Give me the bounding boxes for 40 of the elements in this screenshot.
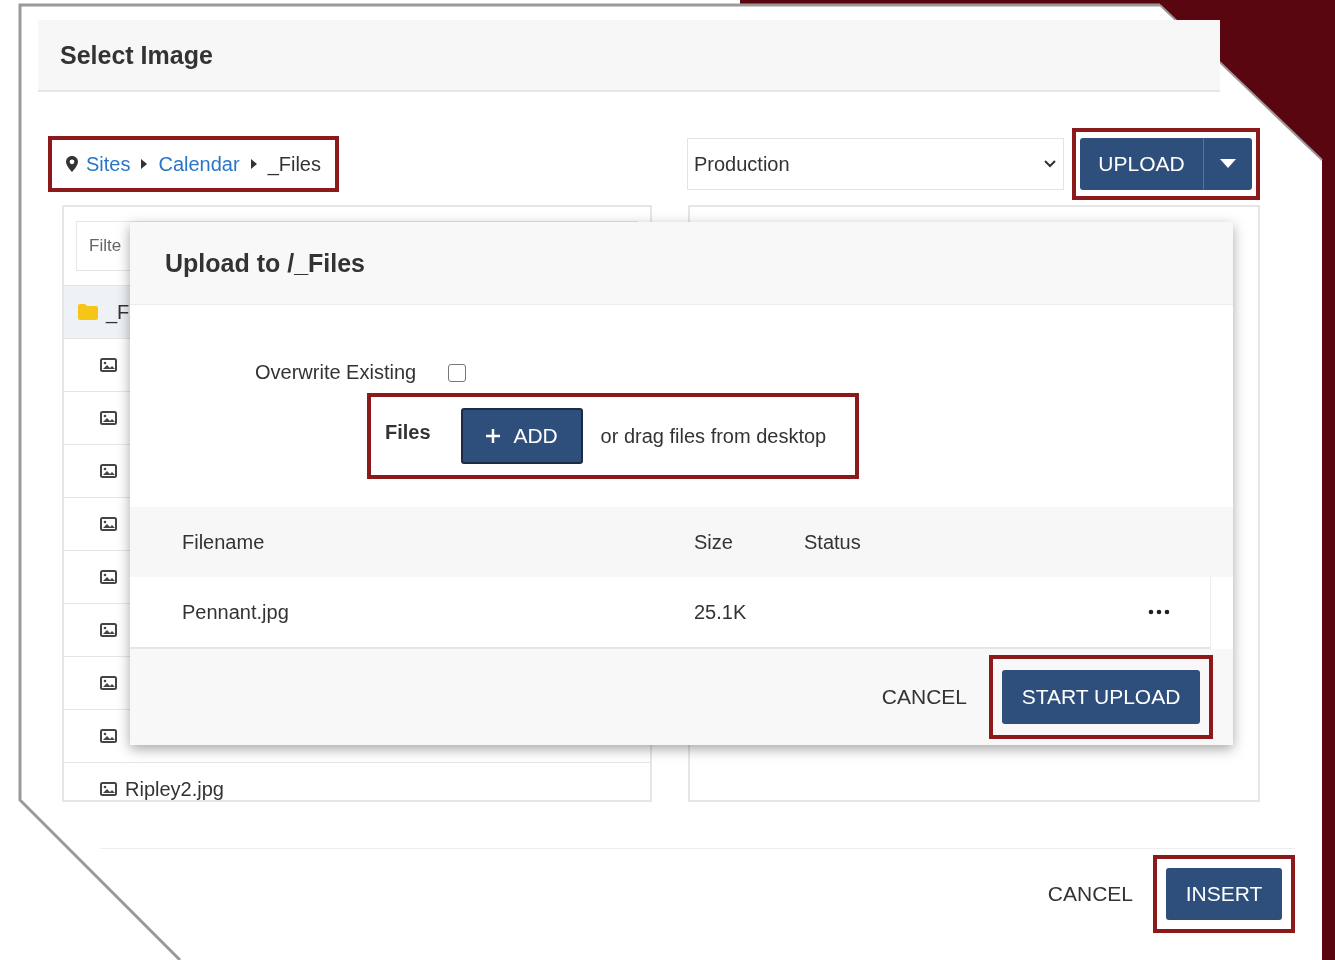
checkbox-label: Overwrite Existing <box>255 361 417 384</box>
add-button[interactable]: ADD <box>460 408 583 464</box>
table-cell-text: Pennant.jpg <box>182 600 290 624</box>
environment-select[interactable]: Production <box>687 138 1064 190</box>
image-icon <box>100 782 117 796</box>
image-icon <box>100 729 117 743</box>
more-icon[interactable] <box>1148 609 1170 615</box>
image-icon <box>100 411 117 425</box>
folder-icon <box>78 304 98 320</box>
image-icon <box>100 570 117 584</box>
breadcrumb-current: _Files <box>267 152 321 176</box>
dialog-title: Select Image <box>60 40 213 70</box>
image-icon <box>100 623 117 637</box>
plus-icon <box>485 428 502 444</box>
overwrite-checkbox[interactable] <box>448 363 467 382</box>
upload-button[interactable]: UPLOAD <box>1080 138 1204 190</box>
drag-hint: or drag files from desktop <box>600 424 827 448</box>
breadcrumb-link[interactable]: Sites <box>86 152 131 176</box>
image-icon <box>100 676 117 690</box>
caret-icon <box>140 158 149 170</box>
dropdown-toggle[interactable] <box>1204 138 1252 190</box>
image-icon <box>100 517 117 531</box>
image-icon <box>100 358 117 372</box>
field-label: Files <box>385 421 431 444</box>
cancel-button[interactable]: CANCEL <box>1041 875 1139 912</box>
caret-down-icon <box>1220 159 1236 169</box>
breadcrumb-link[interactable]: Calendar <box>158 152 240 176</box>
table-cell-text: 25.1K <box>694 600 748 624</box>
file-list-item[interactable]: Ripley2.jpg <box>64 762 650 815</box>
location-pin-icon <box>66 156 78 172</box>
column-header: Filename <box>182 530 266 554</box>
cancel-button[interactable]: CANCEL <box>875 679 973 715</box>
modal-title: Upload to /_Files <box>165 248 366 278</box>
insert-button[interactable]: INSERT <box>1166 867 1282 920</box>
start-upload-button[interactable]: START UPLOAD <box>1002 670 1200 724</box>
chevron-down-icon <box>1043 159 1057 169</box>
column-header: Status <box>804 530 862 554</box>
image-icon <box>100 464 117 478</box>
caret-icon <box>249 158 258 170</box>
column-header: Size <box>694 530 734 554</box>
